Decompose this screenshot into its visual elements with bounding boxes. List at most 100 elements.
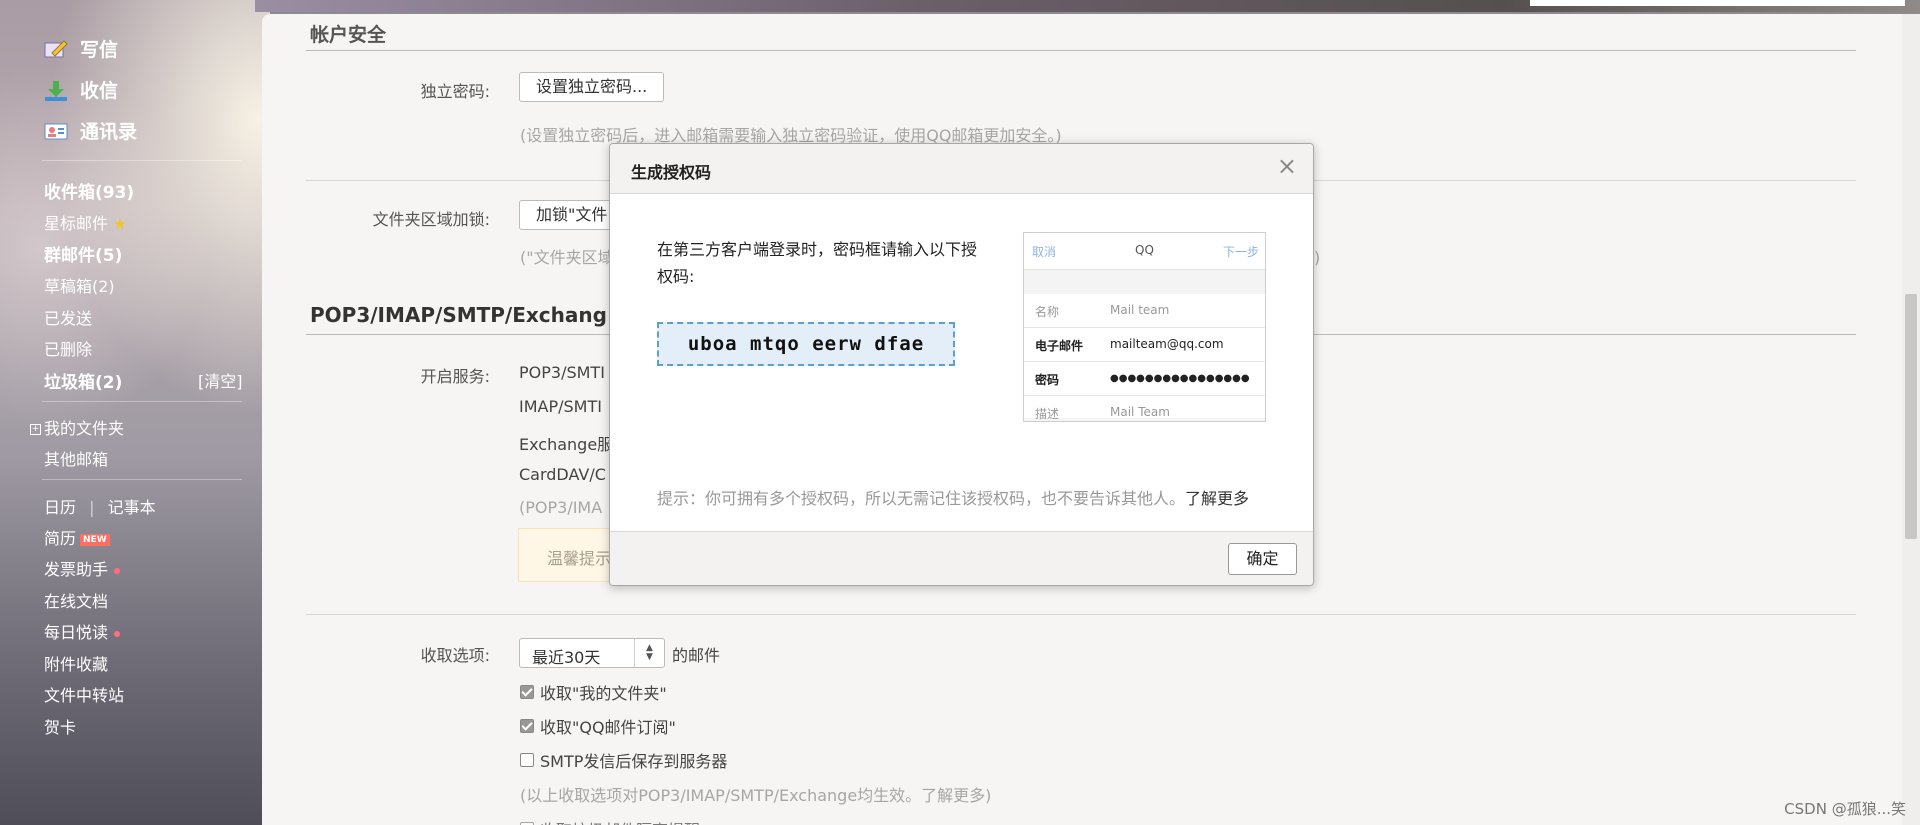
set-independent-password-button[interactable]: 设置独立密码... [519,72,665,102]
option-label: SMTP发信后保存到服务器 [540,752,728,771]
sidebar-item-other-mailbox[interactable]: 其他邮箱 [44,446,108,470]
contacts-card-icon [44,121,68,141]
sidebar-divider [42,160,242,161]
dialog-header: 生成授权码 × [610,144,1313,194]
sidebar-item-starred[interactable]: 星标邮件 ★ [44,210,127,234]
sidebar-item-inbox[interactable]: 收件箱(93) [44,178,134,203]
compose-label: 写信 [80,39,119,61]
star-icon: ★ [113,215,127,233]
fetch-label: 收取选项: [420,646,490,665]
phone-header: 取消 QQ 下一步 [1024,233,1265,270]
option-label: 收取垃圾邮件隔离提醒 [540,817,700,825]
dialog-tip-text: 提示：你可拥有多个授权码，所以无需记住该授权码，也不要告诉其他人。 [657,489,1186,508]
option-qq-subscription[interactable]: 收取"QQ邮件订阅" [520,714,676,738]
service-exchange: Exchange服 [519,435,614,454]
service-label: 开启服务: [420,367,490,386]
warm-tip-text: 温馨提示 [547,549,612,568]
service-hint: (POP3/IMA [519,498,603,517]
option-spam-reminder[interactable]: 收取垃圾邮件隔离提醒 [520,817,700,825]
option-smtp-save[interactable]: SMTP发信后保存到服务器 [520,748,727,772]
option-my-folders[interactable]: 收取"我的文件夹" [520,680,667,704]
expand-plus-icon[interactable]: + [30,424,41,435]
fetch-range-select[interactable]: 最近30天 ▲ ▼ [519,638,665,668]
new-badge: NEW [80,533,110,546]
watermark: CSDN @孤狼...笑 [1784,800,1906,818]
phone-row-name: 名称 Mail team [1024,294,1265,328]
checkbox-checked[interactable] [520,685,534,699]
separator: | [89,498,95,517]
sidebar-item-deleted[interactable]: 已删除 [44,336,92,360]
folder-lock-hint: ("文件夹区域 [520,248,614,267]
phone-next: 下一步 [1222,245,1259,259]
ok-button[interactable]: 确定 [1228,543,1297,575]
phone-value: Mail team [1110,303,1170,317]
sidebar-item-sent[interactable]: 已发送 [44,305,92,329]
phone-value: mailteam@qq.com [1110,337,1224,351]
phone-value: ●●●●●●●●●●●●●●●● [1110,373,1250,384]
section-divider [306,50,1856,51]
independent-pw-label: 独立密码: [420,82,490,101]
pencil-icon [44,39,68,59]
sidebar-item-drafts[interactable]: 草稿箱(2) [44,273,115,297]
receive-button[interactable]: 收信 [44,76,118,103]
row-divider [306,614,1856,615]
contacts-button[interactable]: 通讯录 [44,117,137,144]
learn-more-link[interactable]: 了解更多 [1185,489,1249,508]
sidebar-divider [42,401,242,402]
my-folders-label: 我的文件夹 [44,419,125,438]
sidebar-item-card[interactable]: 贺卡 [44,714,76,738]
resume-label: 简历 [44,529,77,548]
sidebar-item-daily-read[interactable]: 每日悦读 [44,619,121,643]
sidebar: 写信 收信 通讯录 收件箱(93) 星标邮件 ★ 群邮件(5) 草稿箱(2) 已… [0,0,260,825]
checkbox-unchecked[interactable] [520,753,534,767]
sidebar-item-invoice[interactable]: 发票助手 [44,556,121,580]
top-search-box[interactable] [1530,0,1905,6]
sidebar-item-my-folders[interactable]: + 我的文件夹 [30,415,124,439]
daily-read-label: 每日悦读 [44,623,109,642]
fetch-suffix: 的邮件 [672,646,721,665]
phone-key: 描述 [1035,407,1060,421]
checkbox-checked[interactable] [520,719,534,733]
dialog-message: 在第三方客户端登录时，密码框请输入以下授权码: [657,240,978,286]
options-hint: (以上收取选项对POP3/IMAP/SMTP/Exchange均生效。了解更多) [520,786,992,805]
invoice-label: 发票助手 [44,560,109,579]
service-imap: IMAP/SMTI [519,397,602,416]
phone-key: 名称 [1035,305,1060,319]
phone-row-desc: 描述 Mail Team [1024,396,1265,421]
auth-code-dialog: 生成授权码 × 在第三方客户端登录时，密码框请输入以下授权码: uboa mtq… [609,143,1314,586]
notebook-link[interactable]: 记事本 [108,498,156,517]
select-updown-icon: ▲ ▼ [634,639,664,667]
service-pop3: POP3/SMTI [519,363,605,382]
sidebar-item-group[interactable]: 群邮件(5) [44,241,122,266]
service-carddav: CardDAV/C [519,465,606,484]
receive-label: 收信 [80,80,119,102]
phone-row-password: 密码 ●●●●●●●●●●●●●●●● [1024,362,1265,396]
fetch-range-value: 最近30天 [532,648,601,667]
section-title-account-security: 帐户安全 [310,24,387,46]
calendar-link[interactable]: 日历 [44,498,76,517]
sidebar-item-attachments[interactable]: 附件收藏 [44,651,108,675]
sidebar-item-spam[interactable]: 垃圾箱(2) [44,368,122,393]
sidebar-item-online-docs[interactable]: 在线文档 [44,588,108,612]
folder-lock-label: 文件夹区域加锁: [372,210,490,229]
sidebar-item-file-transfer[interactable]: 文件中转站 [44,682,124,706]
notification-dot-icon [114,630,121,637]
auth-code-box[interactable]: uboa mtqo eerw dfae [657,322,955,366]
dialog-title: 生成授权码 [631,163,712,182]
option-label: 收取"我的文件夹" [540,684,667,703]
sidebar-divider [42,479,242,480]
scrollbar-thumb[interactable] [1905,294,1917,539]
sidebar-item-resume[interactable]: 简历 NEW [44,525,110,549]
phone-value: Mail Team [1110,405,1170,419]
phone-key: 密码 [1035,373,1060,387]
scrollbar[interactable] [1902,14,1920,825]
compose-button[interactable]: 写信 [44,35,118,62]
notification-dot-icon [114,567,121,574]
dialog-footer: 确定 [610,531,1313,585]
close-icon[interactable]: × [1277,154,1297,178]
starred-label: 星标邮件 [44,214,109,233]
option-label: 收取"QQ邮件订阅" [540,718,676,737]
contacts-label: 通讯录 [80,121,138,143]
section-title-pop3: POP3/IMAP/SMTP/Exchang [310,303,607,327]
clear-spam-link[interactable]: [清空] [198,368,243,392]
